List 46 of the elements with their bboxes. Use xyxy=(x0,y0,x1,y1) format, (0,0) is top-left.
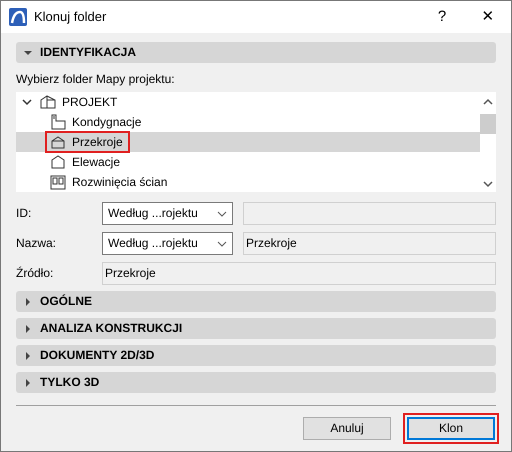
caret-icon xyxy=(24,298,32,306)
tree-row[interactable]: Elewacje xyxy=(16,152,480,172)
section-header[interactable]: TYLKO 3D xyxy=(16,372,496,393)
chevron-icon[interactable] xyxy=(22,97,32,107)
house-icon xyxy=(50,154,66,170)
section-header[interactable]: OGÓLNE xyxy=(16,291,496,312)
section-header[interactable]: IDENTYFIKACJA xyxy=(16,42,496,63)
section-header[interactable]: DOKUMENTY 2D/3D xyxy=(16,345,496,366)
building-icon xyxy=(40,94,56,110)
tree-item-label: Elewacje xyxy=(71,154,122,170)
app-logo-icon xyxy=(9,8,27,26)
dialog-button[interactable]: Anuluj xyxy=(303,417,391,440)
tree-row[interactable]: Rozwinięcia ścian xyxy=(16,172,480,192)
caret-icon xyxy=(24,378,32,386)
tree-item-label: Kondygnacje xyxy=(71,114,142,130)
text-field[interactable]: Przekroje xyxy=(243,232,496,255)
chevron-down-icon xyxy=(217,240,227,246)
dialog-button[interactable]: Klon xyxy=(407,417,495,440)
window-title: Klonuj folder xyxy=(34,8,108,26)
caret-icon xyxy=(24,352,32,360)
close-button[interactable]: ✕ xyxy=(465,1,511,33)
tree-item-label: PROJEKT xyxy=(61,94,118,110)
field-label: ID: xyxy=(16,206,32,221)
field-label: Źródło: xyxy=(16,266,54,281)
tree-item-label: Przekroje xyxy=(71,134,124,150)
house-section-icon xyxy=(50,134,66,150)
scroll-down-icon[interactable] xyxy=(483,180,493,188)
help-button[interactable]: ? xyxy=(419,1,465,33)
tree-row[interactable]: PROJEKT xyxy=(16,92,480,112)
text-field[interactable] xyxy=(243,202,496,225)
wall-panels-icon xyxy=(50,174,66,190)
text-field[interactable]: Przekroje xyxy=(102,262,496,285)
tree-row[interactable]: Kondygnacje xyxy=(16,112,480,132)
caret-icon xyxy=(24,324,32,332)
section-header[interactable]: ANALIZA KONSTRUKCJI xyxy=(16,318,496,339)
scroll-up-icon[interactable] xyxy=(483,98,493,106)
field-label: Nazwa: xyxy=(16,236,58,251)
prompt-label: Wybierz folder Mapy projektu: xyxy=(16,72,176,87)
tree-row[interactable]: Przekroje xyxy=(16,132,480,152)
chevron-down-icon xyxy=(217,210,227,216)
caret-icon xyxy=(24,48,32,56)
scroll-thumb[interactable] xyxy=(480,114,496,134)
dropdown[interactable]: Według ...rojektu xyxy=(102,232,233,255)
tree-item-label: Rozwinięcia ścian xyxy=(71,174,168,190)
floor-plan-icon xyxy=(50,114,66,130)
dropdown[interactable]: Według ...rojektu xyxy=(102,202,233,225)
